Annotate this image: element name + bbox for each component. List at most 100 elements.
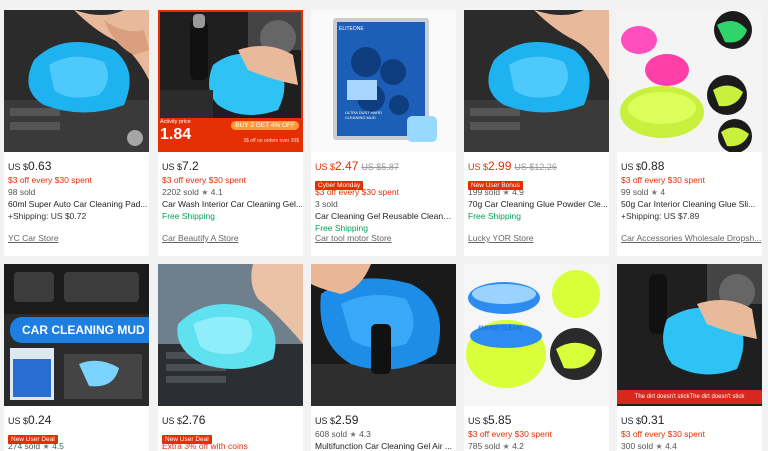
gel-jars-photo	[464, 264, 609, 406]
sold-count: 785 sold	[468, 441, 501, 451]
price: US $2.59	[315, 411, 456, 428]
sold-rating: 99 sold ★ 4	[621, 186, 762, 198]
product-image[interactable]	[617, 10, 762, 152]
package-label-text: ULTRA DUST HARD CLEANING MUD	[345, 110, 382, 120]
product-card[interactable]: CAR CLEANING MUD US $0.24 New User Deal …	[4, 264, 149, 451]
product-image[interactable]: Activity price 1.84 BUY 2 GET 4% OFF 3$ …	[158, 10, 303, 152]
colored-gel-photo	[617, 10, 762, 152]
product-title[interactable]: 70g Car Cleaning Glue Powder Cle...	[468, 198, 609, 210]
product-card[interactable]: ELITEONE ULTRA DUST HARD CLEANING MUD US…	[311, 10, 456, 256]
promo-text: Extra 3% off with coins	[162, 441, 248, 451]
product-title[interactable]: Car Wash Interior Car Cleaning Gel...	[162, 198, 303, 210]
price-currency: US $	[162, 416, 183, 426]
price-currency: US $	[8, 416, 29, 426]
sold-count: 3 sold	[315, 199, 338, 209]
gel-package-photo	[311, 10, 456, 152]
product-image[interactable]	[158, 264, 303, 406]
shipping-info: +Shipping: US $0.72	[8, 211, 87, 221]
rating-value: 4.1	[210, 187, 223, 197]
rating-value: 4	[660, 187, 666, 197]
original-price: US $5.87	[361, 162, 399, 172]
price: US $5.85	[468, 411, 609, 428]
product-image[interactable]: ♡	[4, 10, 149, 152]
gel-console-photo	[311, 264, 456, 406]
product-image[interactable]: SUPER CLEAN	[464, 264, 609, 406]
rating-value: 4.5	[52, 441, 64, 451]
heart-icon[interactable]: ♡	[127, 130, 143, 146]
deal-badge-row: Cyber Monday	[315, 174, 456, 190]
promo-text: $3 off every $30 spent	[468, 429, 552, 439]
price-currency: US $	[162, 162, 183, 172]
store-link[interactable]: Car Accessories Wholesale Dropsh...	[621, 233, 762, 243]
price-value: 0.31	[641, 413, 665, 427]
price-value: 2.76	[182, 413, 206, 427]
price: US $0.31	[621, 411, 762, 428]
sold-rating: 274 sold ★ 4.5	[8, 440, 149, 451]
gel-vent-photo	[158, 264, 303, 406]
promo-text: $3 off every $30 spent	[162, 175, 246, 185]
store-link[interactable]: Car Beautify A Store	[162, 233, 303, 243]
sold-rating: 300 sold ★ 4.4	[621, 440, 762, 451]
promo-text: $3 off every $30 spent	[8, 175, 92, 185]
rating-value: 4.9	[512, 187, 524, 197]
price-value: 2.99	[488, 159, 512, 173]
store-link[interactable]: YC Car Store	[8, 233, 149, 243]
price: US $0.63	[8, 157, 149, 174]
deal-badge-row: New User Bonus	[468, 174, 609, 190]
product-title[interactable]: 60ml Super Auto Car Cleaning Pad...	[8, 198, 149, 210]
price-value: 0.88	[641, 159, 665, 173]
sold-count: 98 sold	[8, 187, 36, 197]
product-title[interactable]: Car Cleaning Gel Reusable Cleaner...	[315, 210, 456, 222]
product-card[interactable]: US $2.76 New User Deal Extra 3% off with…	[158, 264, 303, 451]
product-title[interactable]: Multifunction Car Cleaning Gel Air ...	[315, 440, 456, 451]
package-brand-text: ELITEONE	[339, 26, 364, 32]
promo-text: $3 off every $30 spent	[315, 187, 399, 197]
sold-count: 274 sold	[8, 441, 41, 451]
product-card[interactable]: ♡ US $0.63 $3 off every $30 spent 98 sol…	[4, 10, 149, 256]
star-icon: ★	[502, 442, 510, 451]
product-image[interactable]: CAR CLEANING MUD	[4, 264, 149, 406]
price-currency: US $	[8, 162, 29, 172]
price-value: 5.85	[488, 413, 512, 427]
price-currency: US $	[468, 416, 489, 426]
original-price: US $12.26	[514, 162, 557, 172]
product-card[interactable]: Activity price 1.84 BUY 2 GET 4% OFF 3$ …	[158, 10, 303, 256]
image-banner: CAR CLEANING MUD	[10, 317, 149, 343]
product-card[interactable]: US $2.99 US $12.26 New User Bonus 199 sol…	[464, 10, 609, 256]
star-icon: ★	[655, 442, 663, 451]
sold-rating: 785 sold ★ 4.2	[468, 440, 609, 451]
star-icon: ★	[201, 188, 209, 197]
rating-value: 4.4	[665, 441, 677, 451]
activity-price-value: 1.84	[160, 126, 192, 143]
price: US $0.24	[8, 411, 149, 428]
buy-offer-badge: BUY 2 GET 4% OFF	[231, 121, 299, 130]
gel-vent-photo	[464, 10, 609, 152]
product-image[interactable]	[464, 10, 609, 152]
price-value: 0.24	[28, 413, 52, 427]
image-promo-strip: Activity price 1.84 BUY 2 GET 4% OFF 3$ …	[158, 118, 303, 152]
price: US $0.88	[621, 157, 762, 174]
store-link[interactable]: Car tool motor Store	[315, 233, 456, 243]
sold-rating: 2202 sold ★ 4.1	[162, 186, 303, 198]
promo-text: $3 off every $30 spent	[621, 175, 705, 185]
product-card[interactable]: US $0.88 $3 off every $30 spent 99 sold …	[617, 10, 762, 256]
product-card[interactable]: The dirt doesn't stickThe dirt doesn't s…	[617, 264, 762, 451]
image-caption-strip: The dirt doesn't stickThe dirt doesn't s…	[617, 390, 762, 404]
star-icon: ★	[650, 188, 658, 197]
product-card[interactable]: US $2.59 608 sold ★ 4.3 Multifunction Ca…	[311, 264, 456, 451]
store-link[interactable]: Lucky YOR Store	[468, 233, 609, 243]
price-currency: US $	[468, 162, 489, 172]
product-title[interactable]: 50g Car Interior Cleaning Glue Sli...	[621, 198, 762, 210]
product-image[interactable]: ELITEONE ULTRA DUST HARD CLEANING MUD	[311, 10, 456, 152]
product-card[interactable]: SUPER CLEAN US $5.85 $3 off every $30 sp…	[464, 264, 609, 451]
product-image[interactable]	[311, 264, 456, 406]
activity-price-label: Activity price	[160, 119, 191, 125]
star-icon: ★	[349, 430, 357, 439]
price-currency: US $	[315, 162, 336, 172]
deal-badge-row: New User Deal	[8, 428, 149, 444]
gel-hand-photo	[4, 10, 149, 152]
price: US $2.76	[162, 411, 303, 428]
sold-count: 99 sold	[621, 187, 649, 197]
product-image[interactable]: The dirt doesn't stickThe dirt doesn't s…	[617, 264, 762, 406]
star-icon: ★	[42, 442, 50, 451]
